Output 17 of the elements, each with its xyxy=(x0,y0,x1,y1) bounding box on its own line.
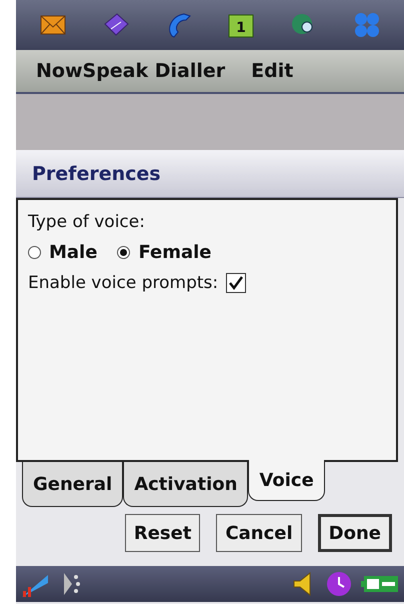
tab[interactable]: Voice xyxy=(248,460,325,501)
dialog-button[interactable]: Done xyxy=(318,514,392,552)
dialog-button[interactable]: Cancel xyxy=(216,514,302,552)
checkbox[interactable] xyxy=(226,273,246,293)
panel-title: Preferences xyxy=(32,162,161,184)
radio-label: Female xyxy=(138,242,212,263)
menu-item[interactable]: Edit xyxy=(251,60,294,82)
dialog-button[interactable]: Reset xyxy=(124,514,200,552)
clock-icon[interactable] xyxy=(324,569,354,599)
menu-item[interactable]: NowSpeak Dialler xyxy=(36,60,226,82)
radio-label: Male xyxy=(49,242,98,263)
radio-button[interactable] xyxy=(28,246,41,259)
tab[interactable]: Activation xyxy=(123,462,248,507)
voice-type-label: Type of voice: xyxy=(28,212,146,232)
tab[interactable]: General xyxy=(22,462,124,507)
radio-button[interactable] xyxy=(117,246,130,259)
voice-prompts-label: Enable voice prompts: xyxy=(28,273,218,293)
